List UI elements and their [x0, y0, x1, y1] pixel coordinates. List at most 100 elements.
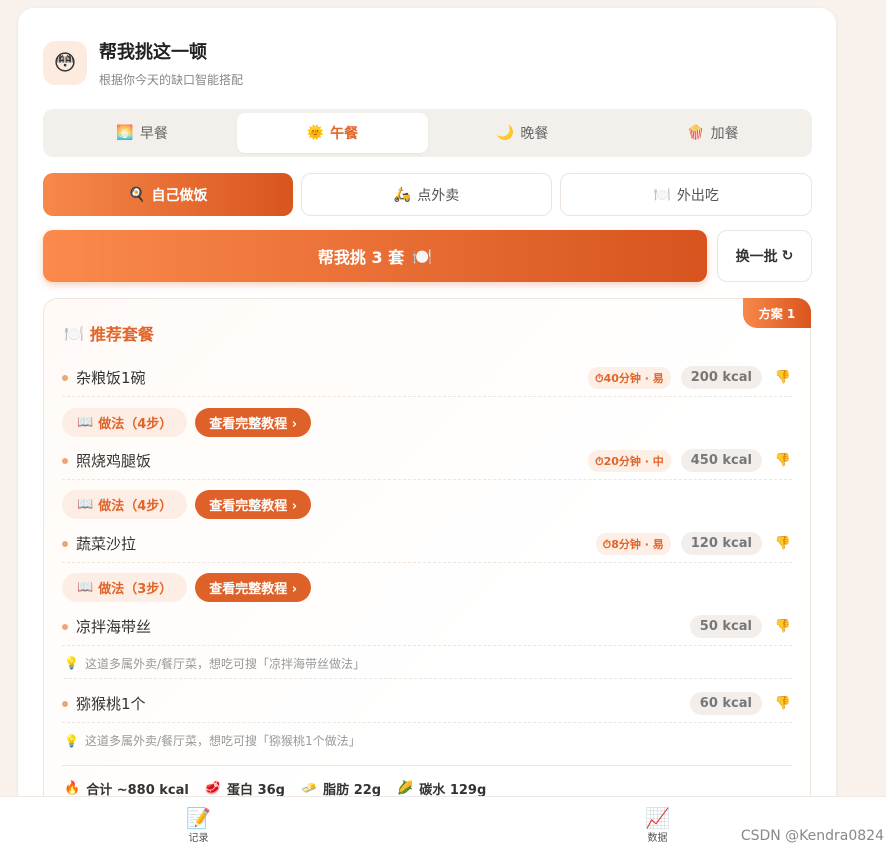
refresh-label: 换一批: [735, 249, 778, 265]
nav-data[interactable]: 📈 数据: [645, 807, 670, 844]
recipe-row: 📖 做法（4步） 查看完整教程 ›: [62, 408, 312, 437]
time-badge: ⏱20分钟 · 中: [588, 449, 671, 472]
mode-label: 外出吃: [676, 187, 719, 204]
plate-icon: 🍽️: [653, 186, 671, 203]
hint-text: 这道多属外卖/餐厅菜，想吃可搜「凉拌海带丝做法」: [84, 656, 365, 671]
watermark: CSDN @Kendra0824: [738, 828, 886, 844]
list-item: 杂粮饭1碗 ⏱40分钟 · 易 200 kcal 👎: [62, 359, 792, 397]
moon-icon: 🌙: [496, 125, 515, 141]
butter-icon: 🧈: [300, 781, 318, 796]
tab-label: 早餐: [139, 126, 168, 142]
pick-label: 帮我挑 3 套: [317, 248, 405, 267]
recipe-label: 做法（4步）: [98, 499, 173, 514]
sunrise-icon: 🌅: [116, 125, 134, 141]
plan-title: 🍽️ 推荐套餐: [64, 321, 154, 345]
tab-snack[interactable]: 🍿 加餐: [618, 113, 808, 153]
tab-label: 午餐: [330, 126, 359, 142]
hint-text: 这道多属外卖/餐厅菜，想吃可搜「猕猴桃1个做法」: [84, 734, 361, 748]
mode-delivery-button[interactable]: 🛵 点外卖: [300, 173, 553, 216]
dish-name: 猕猴桃1个: [76, 695, 146, 713]
plan-card: 方案 1 🍽️ 推荐套餐 杂粮饭1碗 ⏱40分钟 · 易 200 kcal 👎 …: [43, 298, 811, 808]
recipe-row: 📖 做法（3步） 查看完整教程 ›: [62, 573, 312, 602]
dish-hint: 💡 这道多属外卖/餐厅菜，想吃可搜「凉拌海带丝做法」: [64, 648, 792, 679]
chart-icon: 📈: [645, 806, 670, 830]
list-item: 蔬菜沙拉 ⏱8分钟 · 易 120 kcal 👎: [62, 525, 792, 563]
bullet: [62, 700, 68, 707]
book-icon: 📖: [77, 497, 94, 512]
frying-pan-icon: 🍳: [128, 186, 146, 203]
book-icon: 📖: [77, 415, 94, 430]
list-item: 凉拌海带丝 50 kcal 👎: [62, 608, 792, 646]
bullet: [62, 374, 68, 381]
mode-selector: 🍳 自己做饭 🛵 点外卖 🍽️ 外出吃: [43, 173, 813, 216]
recipe-toggle[interactable]: 📖 做法（4步）: [62, 408, 188, 437]
meat-icon: 🥩: [204, 781, 222, 796]
divider: [62, 765, 792, 766]
kcal-badge: 120 kcal: [680, 532, 762, 555]
flushed-face-icon: 😳: [43, 41, 87, 85]
kcal-badge: 60 kcal: [689, 692, 762, 715]
dish-hint: 💡 这道多属外卖/餐厅菜，想吃可搜「猕猴桃1个做法」: [64, 725, 792, 756]
mode-cook-button[interactable]: 🍳 自己做饭: [43, 173, 293, 216]
lightbulb-icon: 💡: [64, 733, 79, 748]
thumbs-down-icon[interactable]: 👎: [774, 619, 792, 634]
thumbs-down-icon[interactable]: 👎: [774, 696, 792, 711]
thumbs-down-icon[interactable]: 👎: [774, 453, 792, 468]
action-row: 帮我挑 3 套 🍽️ 换一批 ↻: [43, 230, 812, 282]
tutorial-button[interactable]: 查看完整教程 ›: [195, 490, 312, 519]
meal-tabs: 🌅 早餐 🌞 午餐 🌙 晚餐 🍿 加餐: [43, 109, 812, 157]
tab-label: 加餐: [710, 126, 739, 142]
nav-label: 记录: [188, 833, 209, 844]
list-item: 照烧鸡腿饭 ⏱20分钟 · 中 450 kcal 👎: [62, 442, 792, 480]
dish-name: 杂粮饭1碗: [76, 369, 146, 387]
dish-name: 凉拌海带丝: [76, 618, 152, 636]
header: 😳 帮我挑这一顿 根据你今天的缺口智能搭配: [43, 38, 243, 88]
memo-icon: 📝: [186, 806, 211, 830]
mode-dine-out-button[interactable]: 🍽️ 外出吃: [560, 173, 813, 216]
mode-label: 自己做饭: [151, 187, 208, 204]
kcal-badge: 450 kcal: [680, 449, 762, 472]
refresh-button[interactable]: 换一批 ↻: [717, 230, 812, 282]
page-title: 帮我挑这一顿: [99, 42, 207, 63]
plan-title-text: 推荐套餐: [89, 325, 154, 344]
recipe-toggle[interactable]: 📖 做法（4步）: [62, 490, 188, 519]
sun-icon: 🌞: [306, 125, 325, 141]
tab-breakfast[interactable]: 🌅 早餐: [47, 113, 237, 153]
lightbulb-icon: 💡: [64, 656, 79, 670]
kcal-badge: 50 kcal: [689, 615, 762, 638]
tab-dinner[interactable]: 🌙 晚餐: [428, 113, 618, 153]
corn-icon: 🌽: [397, 781, 414, 796]
thumbs-down-icon[interactable]: 👎: [774, 370, 792, 385]
page-subtitle: 根据你今天的缺口智能搭配: [99, 73, 244, 87]
bullet: [62, 540, 68, 547]
book-icon: 📖: [77, 580, 94, 595]
plate-icon: 🍽️: [64, 323, 84, 343]
nav-label: 数据: [647, 833, 668, 844]
tab-lunch[interactable]: 🌞 午餐: [237, 113, 428, 153]
refresh-icon: ↻: [781, 248, 794, 264]
scooter-icon: 🛵: [393, 186, 412, 203]
recipe-label: 做法（3步）: [98, 582, 173, 597]
bullet: [62, 623, 68, 630]
list-item: 猕猴桃1个 60 kcal 👎: [62, 685, 792, 723]
bullet: [62, 457, 68, 464]
kcal-badge: 200 kcal: [680, 366, 762, 389]
thumbs-down-icon[interactable]: 👎: [774, 536, 792, 551]
plan-badge: 方案 1: [743, 298, 811, 328]
time-badge: ⏱40分钟 · 易: [588, 366, 671, 389]
plate-icon: 🍽️: [412, 246, 433, 266]
dish-name: 蔬菜沙拉: [76, 535, 137, 553]
pick-meals-button[interactable]: 帮我挑 3 套 🍽️: [43, 230, 707, 282]
recipe-toggle[interactable]: 📖 做法（3步）: [62, 573, 188, 602]
nav-record[interactable]: 📝 记录: [186, 807, 211, 844]
mode-label: 点外卖: [417, 187, 460, 204]
dish-name: 照烧鸡腿饭: [76, 452, 152, 470]
tutorial-button[interactable]: 查看完整教程 ›: [195, 573, 312, 602]
recipe-label: 做法（4步）: [98, 417, 173, 432]
time-badge: ⏱8分钟 · 易: [595, 532, 671, 555]
popcorn-icon: 🍿: [687, 125, 705, 141]
meal-picker-card: 😳 帮我挑这一顿 根据你今天的缺口智能搭配 🌅 早餐 🌞 午餐 🌙 晚餐 🍿 加…: [18, 8, 836, 808]
fire-icon: 🔥: [64, 781, 81, 796]
recipe-row: 📖 做法（4步） 查看完整教程 ›: [62, 490, 312, 519]
tutorial-button[interactable]: 查看完整教程 ›: [195, 408, 312, 437]
